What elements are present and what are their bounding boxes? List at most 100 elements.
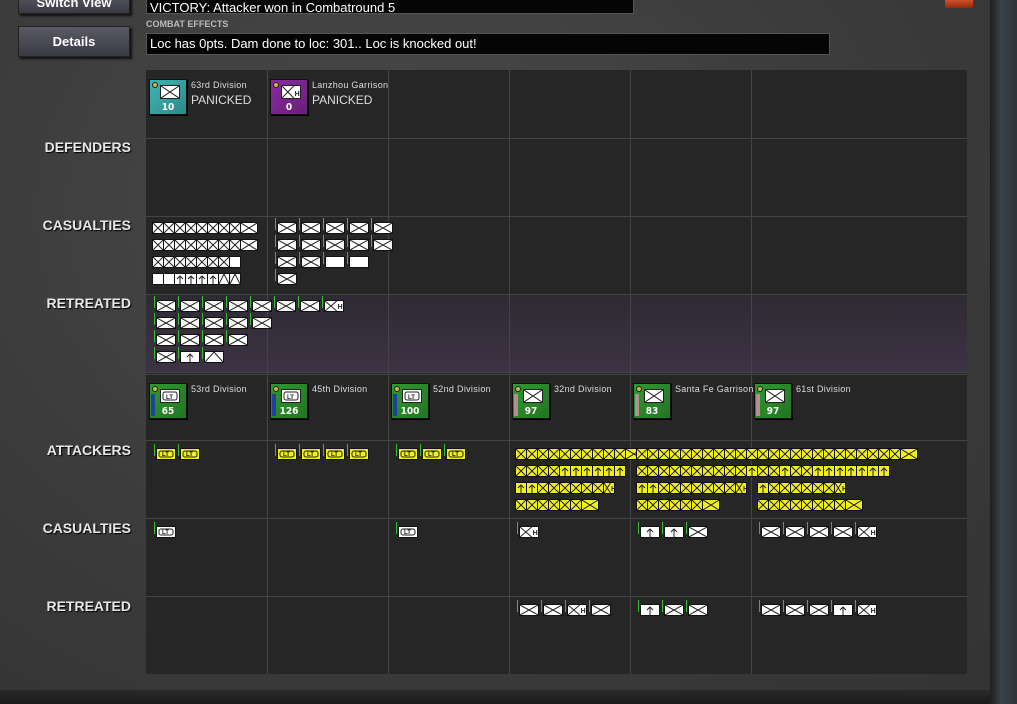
infantry-unit-icon[interactable]: [900, 448, 918, 460]
infantry-unit-icon[interactable]: [301, 256, 321, 268]
infantry-unit-icon[interactable]: [204, 300, 224, 312]
light-tank-unit-icon[interactable]: LT: [422, 448, 442, 460]
arrow-unit-icon[interactable]: [640, 526, 660, 538]
infantry-unit-icon[interactable]: [228, 334, 248, 346]
arrow-unit-icon[interactable]: [614, 465, 626, 477]
infantry-unit-icon[interactable]: [325, 222, 345, 234]
attacker-unit-card[interactable]: 97 61st Division: [754, 383, 874, 423]
infantry-unit-icon[interactable]: [809, 526, 829, 538]
infantry-unit-icon[interactable]: [156, 300, 176, 312]
infantry-h-unit-icon[interactable]: H: [324, 300, 344, 312]
light-tank-unit-icon[interactable]: LT: [325, 448, 345, 460]
infantry-unit-icon[interactable]: [373, 222, 393, 234]
infantry-h-unit-icon[interactable]: H: [519, 526, 539, 538]
arrow-unit-icon[interactable]: [878, 465, 890, 477]
infantry-unit-icon[interactable]: [180, 300, 200, 312]
light-tank-unit-icon[interactable]: LT: [156, 448, 176, 460]
infantry-unit-icon[interactable]: [543, 604, 563, 616]
infantry-h-unit-icon[interactable]: H: [603, 482, 615, 494]
infantry-h-unit-icon[interactable]: H: [857, 526, 877, 538]
defender-unit-card[interactable]: 10 63rd Division PANICKED: [149, 79, 269, 119]
arrow-unit-icon[interactable]: [664, 526, 684, 538]
infantry-unit-icon[interactable]: [228, 300, 248, 312]
infantry-h-unit-icon[interactable]: H: [857, 604, 877, 616]
unit-counter[interactable]: 83: [633, 383, 671, 419]
infantry-unit-icon[interactable]: [252, 317, 272, 329]
infantry-unit-icon[interactable]: [180, 334, 200, 346]
infantry-unit-icon[interactable]: [156, 317, 176, 329]
infantry-unit-icon[interactable]: [204, 334, 224, 346]
light-tank-unit-icon[interactable]: LT: [277, 448, 297, 460]
infantry-unit-icon[interactable]: [156, 334, 176, 346]
infantry-unit-icon[interactable]: [761, 604, 781, 616]
defender-unit-card[interactable]: H 0 Lanzhou Garrison PANICKED: [270, 79, 390, 119]
infantry-h-unit-icon[interactable]: H: [834, 482, 846, 494]
infantry-unit-icon[interactable]: [688, 526, 708, 538]
close-button[interactable]: [945, 0, 973, 8]
light-tank-unit-icon[interactable]: LT: [446, 448, 466, 460]
unit-counter[interactable]: LT 126: [270, 383, 308, 419]
infantry-unit-icon[interactable]: [809, 604, 829, 616]
unit-counter[interactable]: 97: [754, 383, 792, 419]
unit-counter[interactable]: 97: [512, 383, 550, 419]
infantry-unit-icon[interactable]: [761, 526, 781, 538]
infantry-h-unit-icon[interactable]: H: [735, 482, 747, 494]
triangle-unit-icon[interactable]: [204, 351, 224, 363]
infantry-unit-icon[interactable]: [252, 300, 272, 312]
blank-unit-icon[interactable]: [349, 256, 369, 268]
infantry-unit-icon[interactable]: [204, 317, 224, 329]
infantry-unit-icon[interactable]: [228, 317, 248, 329]
infantry-unit-icon[interactable]: [301, 222, 321, 234]
infantry-unit-icon[interactable]: [833, 526, 853, 538]
infantry-unit-icon[interactable]: [301, 239, 321, 251]
details-button[interactable]: Details: [18, 26, 130, 57]
arrow-unit-icon[interactable]: [640, 604, 660, 616]
infantry-unit-icon[interactable]: [702, 499, 720, 511]
attacker-unit-card[interactable]: 97 32nd Division: [512, 383, 632, 423]
infantry-unit-icon[interactable]: [591, 604, 611, 616]
infantry-unit-icon[interactable]: [300, 300, 320, 312]
infantry-unit-icon[interactable]: [349, 239, 369, 251]
blank-unit-icon[interactable]: [325, 256, 345, 268]
unit-counter[interactable]: LT 65: [149, 383, 187, 419]
light-tank-unit-icon[interactable]: LT: [156, 526, 176, 538]
infantry-unit-icon[interactable]: [581, 499, 599, 511]
switch-view-button[interactable]: Switch View: [18, 0, 130, 14]
infantry-unit-icon[interactable]: [240, 239, 258, 251]
infantry-unit-icon[interactable]: [277, 256, 297, 268]
light-tank-unit-icon[interactable]: LT: [301, 448, 321, 460]
infantry-unit-icon[interactable]: [785, 604, 805, 616]
infantry-h-unit-icon[interactable]: H: [567, 604, 587, 616]
light-tank-unit-icon[interactable]: LT: [398, 526, 418, 538]
infantry-unit-icon[interactable]: [349, 222, 369, 234]
infantry-unit-icon[interactable]: [277, 222, 297, 234]
unit-counter[interactable]: LT 100: [391, 383, 429, 419]
light-tank-unit-icon[interactable]: LT: [349, 448, 369, 460]
light-tank-unit-icon[interactable]: LT: [398, 448, 418, 460]
attacker-unit-card[interactable]: LT 100 52nd Division: [391, 383, 511, 423]
infantry-unit-icon[interactable]: [277, 273, 297, 285]
infantry-unit-icon[interactable]: [276, 300, 296, 312]
infantry-unit-icon[interactable]: [688, 604, 708, 616]
unit-stack-attr: H: [515, 600, 611, 617]
infantry-unit-icon[interactable]: [664, 604, 684, 616]
infantry-unit-icon[interactable]: [845, 499, 863, 511]
triangle-unit-icon[interactable]: [229, 273, 241, 285]
attacker-unit-card[interactable]: 83 Santa Fe Garrison: [633, 383, 753, 423]
arrow-unit-icon[interactable]: [833, 604, 853, 616]
attacker-unit-card[interactable]: LT 126 45th Division: [270, 383, 390, 423]
arrow-unit-icon[interactable]: [180, 351, 200, 363]
blank-unit-icon[interactable]: [229, 256, 241, 268]
unit-counter[interactable]: 10: [149, 79, 187, 115]
infantry-unit-icon[interactable]: [325, 239, 345, 251]
infantry-unit-icon[interactable]: [240, 222, 258, 234]
infantry-unit-icon[interactable]: [277, 239, 297, 251]
infantry-unit-icon[interactable]: [373, 239, 393, 251]
infantry-unit-icon[interactable]: [519, 604, 539, 616]
infantry-unit-icon[interactable]: [785, 526, 805, 538]
infantry-unit-icon[interactable]: [156, 351, 176, 363]
light-tank-unit-icon[interactable]: LT: [180, 448, 200, 460]
unit-counter[interactable]: H0: [270, 79, 308, 115]
infantry-unit-icon[interactable]: [180, 317, 200, 329]
attacker-unit-card[interactable]: LT 65 53rd Division: [149, 383, 269, 423]
